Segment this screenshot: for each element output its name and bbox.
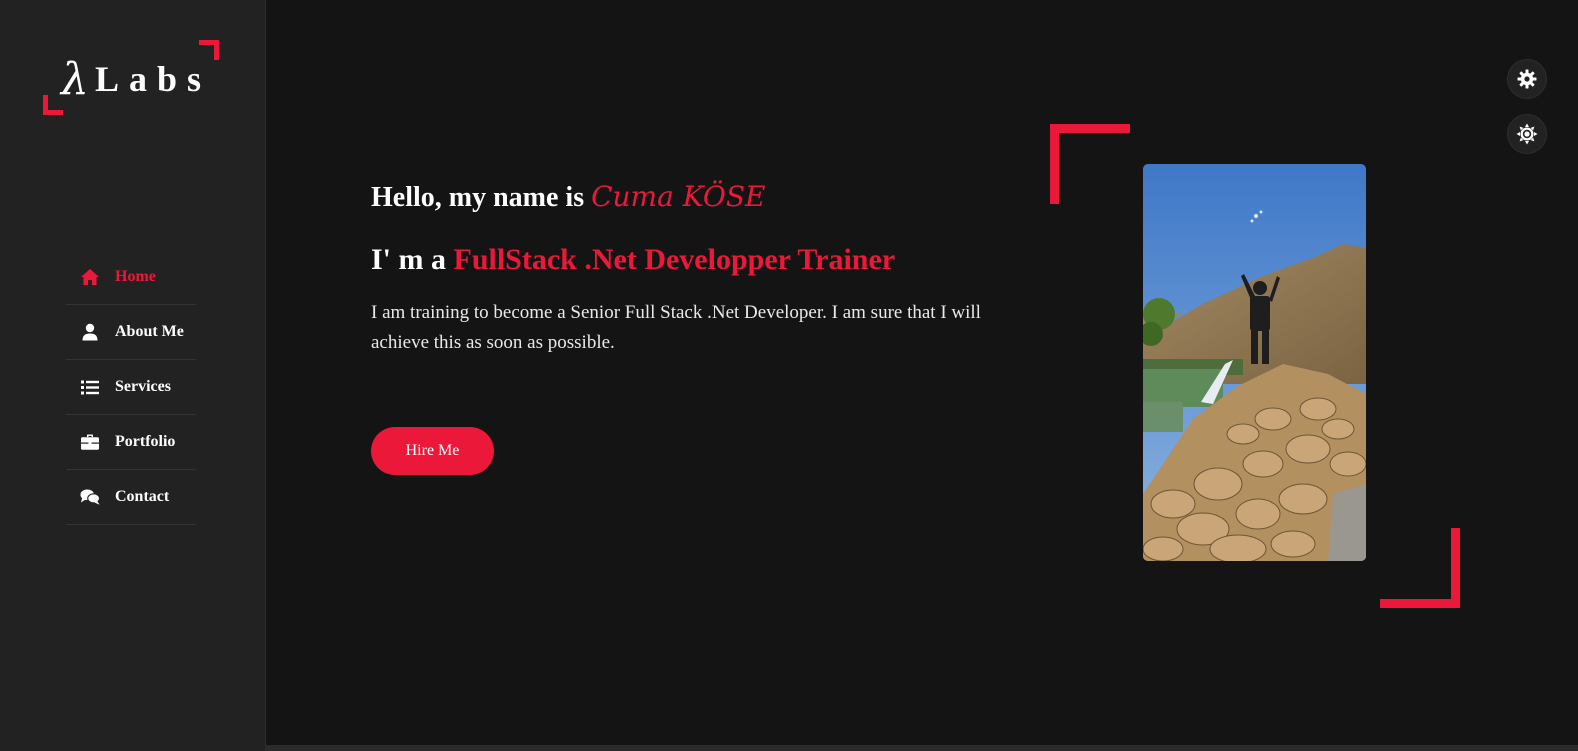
logo-text: Labs — [95, 59, 212, 99]
logo-lambda: λ — [61, 54, 89, 105]
profile-photo — [1143, 164, 1366, 561]
briefcase-icon — [80, 433, 100, 451]
greeting-prefix: Hello, my name is — [371, 182, 592, 213]
owner-name: Cuma KÖSE — [591, 180, 766, 213]
photo-frame-corner-bottom-right — [1380, 528, 1460, 608]
settings-button[interactable] — [1507, 59, 1547, 99]
greeting-heading: Hello, my name is Cuma KÖSE — [371, 180, 765, 214]
photo-frame-corner-top-left — [1050, 124, 1130, 204]
logo[interactable]: λ Labs — [43, 40, 219, 115]
intro-description: I am training to become a Senior Full St… — [371, 302, 981, 353]
sun-icon — [1516, 123, 1538, 145]
nav-label-contact: Contact — [115, 488, 170, 505]
nav-label-home: Home — [115, 268, 156, 285]
logo-corner-top-right — [199, 40, 219, 60]
home-section: Hello, my name is Cuma KÖSE I' m a FullS… — [266, 0, 1578, 751]
sidebar: λ Labs Home About Me Services Portfolio … — [0, 0, 266, 751]
nav-label-about: About Me — [115, 323, 184, 340]
comments-icon — [80, 488, 100, 506]
user-icon — [80, 323, 100, 341]
nav-label-portfolio: Portfolio — [115, 433, 176, 450]
nav-label-services: Services — [115, 378, 171, 395]
role-heading: I' m a FullStack .Net Developper Trainer — [371, 243, 895, 277]
role-title: FullStack .Net Developper Trainer — [453, 243, 896, 276]
nav-item-home[interactable]: Home — [66, 250, 196, 305]
list-icon — [80, 378, 100, 396]
theme-toggle-button[interactable] — [1507, 114, 1547, 154]
hire-me-button[interactable]: Hire Me — [371, 427, 494, 475]
main-nav: Home About Me Services Portfolio Contact — [66, 250, 196, 525]
nav-item-services[interactable]: Services — [66, 360, 196, 415]
nav-item-about[interactable]: About Me — [66, 305, 196, 360]
gear-icon — [1517, 69, 1537, 89]
role-prefix: I' m a — [371, 243, 454, 276]
logo-corner-bottom-left — [43, 95, 63, 115]
home-icon — [80, 268, 100, 286]
nav-item-contact[interactable]: Contact — [66, 470, 196, 525]
nav-item-portfolio[interactable]: Portfolio — [66, 415, 196, 470]
